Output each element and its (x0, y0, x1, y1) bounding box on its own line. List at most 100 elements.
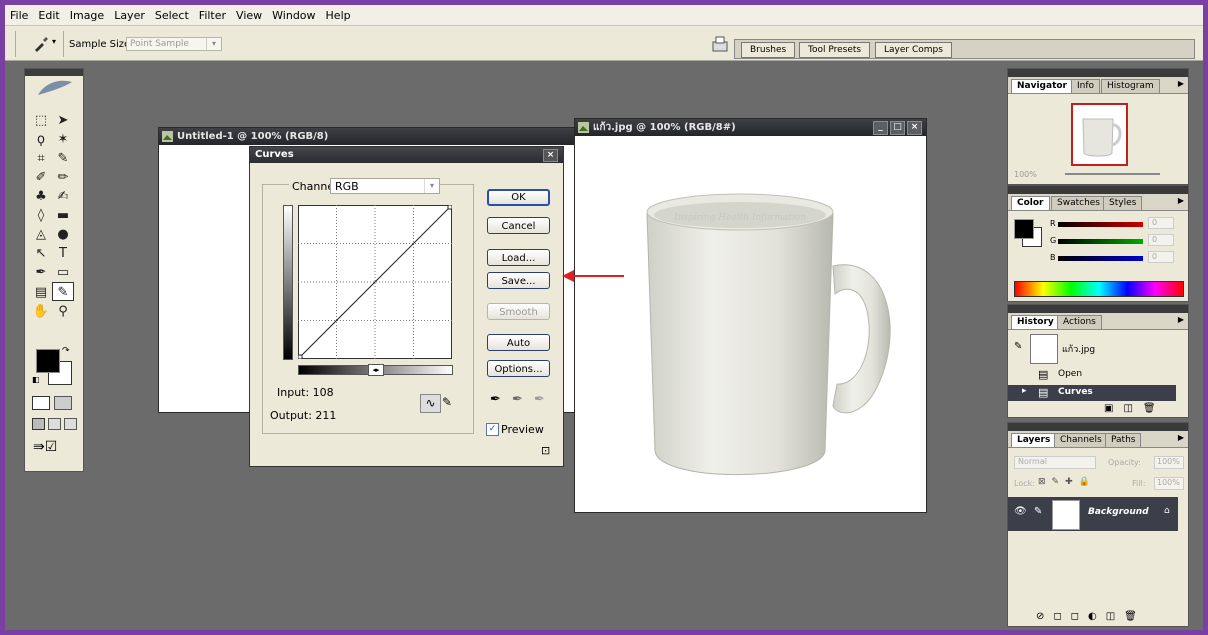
tool-preset-dropdown-icon[interactable]: ▾ (52, 37, 56, 46)
tab-navigator[interactable]: Navigator (1011, 79, 1073, 93)
eyedropper-icon[interactable]: ✎ (52, 282, 74, 301)
sample-size-select[interactable]: Point Sample ▾ (126, 37, 222, 51)
menu-select[interactable]: Select (150, 9, 194, 22)
menu-window[interactable]: Window (267, 9, 320, 22)
cancel-button[interactable]: Cancel (487, 217, 550, 234)
magic-wand-tool-icon[interactable]: ✶ (52, 130, 74, 149)
color-swatches[interactable]: ↷ ◧ (32, 346, 72, 389)
gradient-tool-icon[interactable]: ▬ (52, 206, 74, 225)
brush-link-icon[interactable]: ✎ (1034, 506, 1042, 517)
r-slider[interactable] (1058, 222, 1143, 227)
menu-view[interactable]: View (231, 9, 267, 22)
color-ramp[interactable] (1014, 281, 1184, 297)
expand-view-icon[interactable]: ⊡ (541, 444, 550, 457)
b-slider[interactable] (1058, 256, 1143, 261)
menu-file[interactable]: File (5, 9, 33, 22)
feather-logo-icon[interactable] (25, 76, 83, 100)
eye-icon[interactable]: 👁 (1014, 506, 1027, 517)
menu-image[interactable]: Image (65, 9, 109, 22)
close-icon[interactable]: × (543, 149, 558, 162)
foreground-color-swatch[interactable] (36, 349, 60, 373)
g-value[interactable]: 0 (1148, 234, 1174, 246)
menu-layer[interactable]: Layer (109, 9, 150, 22)
shape-tool-icon[interactable]: ▭ (52, 263, 74, 282)
eraser-tool-icon[interactable]: ◊ (30, 206, 52, 225)
color-picker-swatches[interactable] (1014, 219, 1042, 247)
zoom-slider[interactable] (1065, 173, 1160, 175)
layers-footer-icons[interactable]: ⊘◻◻◐◫🗑 (1036, 611, 1146, 622)
color-panel-header[interactable] (1008, 186, 1188, 194)
layers-panel-header[interactable] (1008, 423, 1188, 431)
standard-screen-icon[interactable] (32, 418, 45, 430)
standard-mode-icon[interactable] (32, 396, 50, 410)
close-icon[interactable]: × (907, 121, 922, 135)
path-selection-tool-icon[interactable]: ↖ (30, 244, 52, 263)
history-brush-source-icon[interactable]: ✎ (1014, 341, 1022, 352)
history-item-curves[interactable]: ▸ ▤ Curves (1008, 385, 1176, 401)
clone-stamp-tool-icon[interactable]: ♣ (30, 187, 52, 206)
tab-info[interactable]: Info (1071, 79, 1101, 93)
preview-checkbox[interactable]: ✓ (486, 423, 499, 436)
curve-point-black[interactable] (298, 354, 303, 359)
auto-button[interactable]: Auto (487, 334, 550, 351)
curves-titlebar[interactable]: Curves × (250, 147, 563, 163)
tab-actions[interactable]: Actions (1057, 315, 1102, 329)
navigator-thumbnail[interactable] (1071, 103, 1128, 166)
history-panel-header[interactable] (1008, 305, 1188, 313)
tab-color[interactable]: Color (1011, 196, 1050, 210)
dodge-tool-icon[interactable]: ● (52, 225, 74, 244)
eyedropper-tool-icon[interactable] (33, 36, 49, 52)
history-item-open[interactable]: ▤ Open (1008, 367, 1176, 383)
black-eyedropper-icon[interactable]: ✒ (490, 392, 501, 407)
pen-tool-icon[interactable]: ✒ (30, 263, 52, 282)
toolbox-titlebar[interactable] (25, 69, 83, 76)
panel-menu-icon[interactable]: ▶ (1178, 433, 1184, 442)
pencil-tool-icon[interactable]: ✎ (442, 395, 452, 409)
white-eyedropper-icon[interactable]: ✒ (534, 392, 545, 407)
r-value[interactable]: 0 (1148, 217, 1174, 229)
b-value[interactable]: 0 (1148, 251, 1174, 263)
history-brush-tool-icon[interactable]: ✍ (52, 187, 74, 206)
slice-tool-icon[interactable]: ✎ (52, 149, 74, 168)
brush-tool-icon[interactable]: ✏ (52, 168, 74, 187)
layer-row-background[interactable]: 👁 ✎ Background ⌂ (1008, 497, 1178, 531)
file-browser-icon[interactable] (711, 35, 729, 53)
fill-input[interactable]: 100% (1154, 477, 1184, 490)
options-button[interactable]: Options... (487, 360, 550, 377)
tab-history[interactable]: History (1011, 315, 1060, 329)
quick-mask-mode-icon[interactable] (54, 396, 72, 410)
lock-icons[interactable]: ⊠✎✚🔒 (1038, 477, 1096, 487)
full-screen-icon[interactable] (64, 418, 77, 430)
panel-menu-icon[interactable]: ▶ (1178, 196, 1184, 205)
navigator-zoom[interactable]: 100% (1014, 170, 1037, 179)
options-grip[interactable] (15, 31, 16, 57)
crop-tool-icon[interactable]: ⌗ (30, 149, 52, 168)
type-tool-icon[interactable]: T (52, 244, 74, 263)
gray-eyedropper-icon[interactable]: ✒ (512, 392, 523, 407)
tab-paths[interactable]: Paths (1105, 433, 1142, 447)
curve-tool-icon[interactable]: ∿ (420, 394, 441, 413)
ok-button[interactable]: OK (487, 189, 550, 206)
tab-histogram[interactable]: Histogram (1101, 79, 1160, 93)
swap-colors-icon[interactable]: ↷ (62, 346, 70, 356)
tab-swatches[interactable]: Swatches (1051, 196, 1106, 210)
minimize-icon[interactable]: _ (873, 121, 888, 135)
lasso-tool-icon[interactable]: ϙ (30, 130, 52, 149)
save-button[interactable]: Save... (487, 272, 550, 289)
navigator-panel-header[interactable] (1008, 69, 1188, 77)
tab-channels[interactable]: Channels (1054, 433, 1108, 447)
tab-styles[interactable]: Styles (1103, 196, 1143, 210)
jump-to-imageready-icon[interactable]: ⇛☑ (33, 439, 57, 455)
panel-menu-icon[interactable]: ▶ (1178, 79, 1184, 88)
well-tab-tool-presets[interactable]: Tool Presets (799, 42, 871, 58)
panel-menu-icon[interactable]: ▶ (1178, 315, 1184, 324)
move-tool-icon[interactable]: ➤ (52, 111, 74, 130)
maximize-icon[interactable]: □ (890, 121, 905, 135)
curve-point-white[interactable] (447, 205, 452, 210)
opacity-input[interactable]: 100% (1154, 456, 1184, 469)
zoom-tool-icon[interactable]: ⚲ (52, 302, 74, 321)
menu-filter[interactable]: Filter (194, 9, 231, 22)
blur-tool-icon[interactable]: ◬ (30, 225, 52, 244)
menu-edit[interactable]: Edit (33, 9, 64, 22)
g-slider[interactable] (1058, 239, 1143, 244)
